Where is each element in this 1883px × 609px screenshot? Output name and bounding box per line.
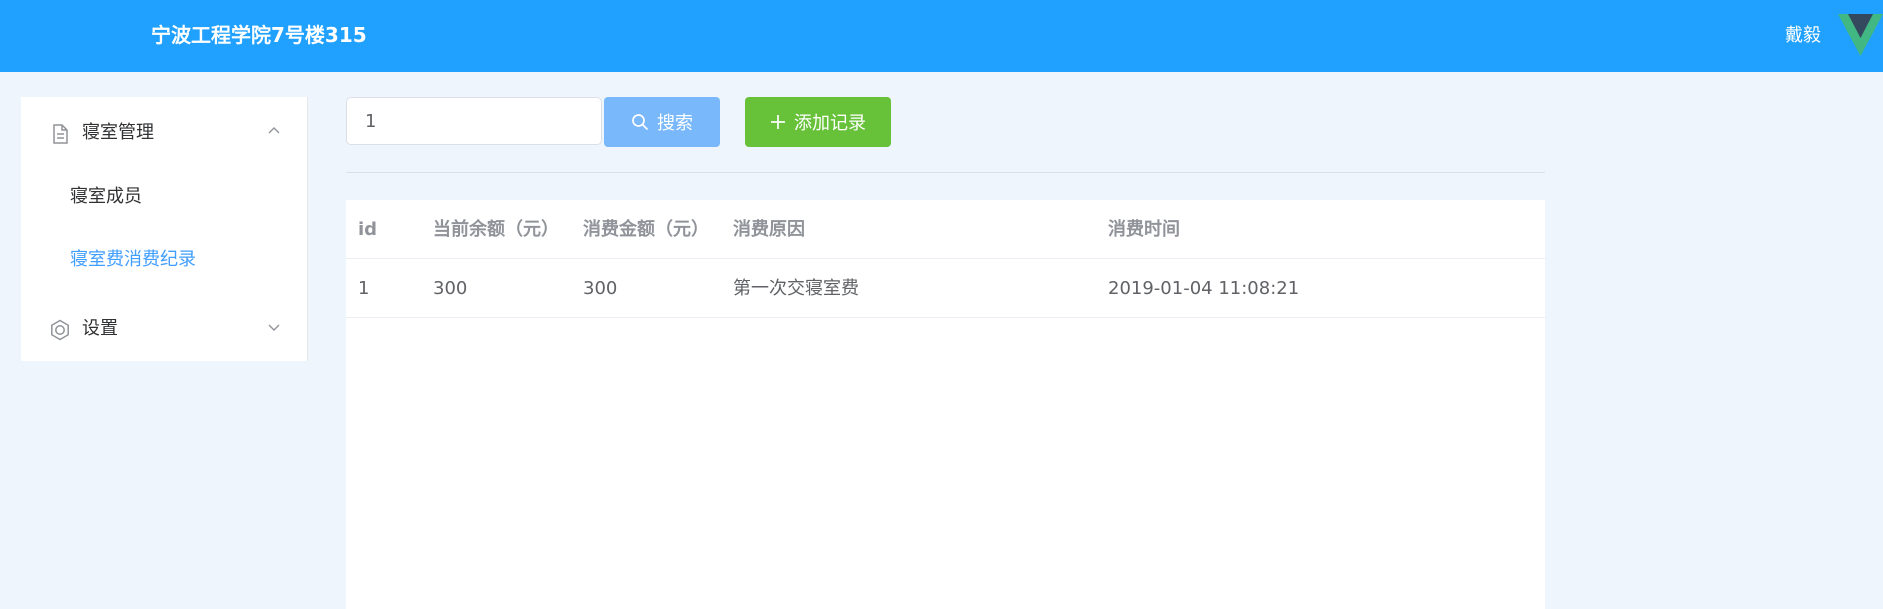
- chevron-down-icon: [268, 324, 280, 331]
- column-header-time: 消费时间: [1108, 219, 1180, 240]
- search-button[interactable]: 搜索: [604, 97, 720, 147]
- column-header-reason: 消费原因: [733, 219, 805, 240]
- menu-settings-label: 设置: [82, 318, 118, 339]
- cell-id: 1: [358, 278, 370, 299]
- top-header: 宁波工程学院7号楼315 戴毅: [0, 0, 1883, 72]
- toolbar-divider: [346, 172, 1545, 173]
- search-input[interactable]: [346, 97, 602, 145]
- cell-amount: 300: [583, 278, 618, 299]
- search-icon: [632, 114, 648, 130]
- cell-balance: 300: [433, 278, 468, 299]
- gear-icon: [51, 319, 69, 341]
- vue-logo-icon: [1838, 14, 1883, 56]
- row-divider: [346, 317, 1545, 318]
- records-table: id 当前余额（元） 消费金额（元） 消费原因 消费时间 1 300 300 第…: [346, 200, 1545, 609]
- search-button-label: 搜索: [657, 113, 693, 134]
- cell-time: 2019-01-04 11:08:21: [1108, 278, 1300, 299]
- menu-dorm-management[interactable]: 寝室管理: [21, 105, 307, 161]
- app-title: 宁波工程学院7号楼315: [151, 23, 367, 47]
- submenu-dorm-fee-records-label: 寝室费消费纪录: [70, 249, 196, 270]
- menu-dorm-management-label: 寝室管理: [82, 122, 154, 143]
- cell-reason: 第一次交寝室费: [733, 278, 859, 299]
- plus-icon: [771, 115, 785, 129]
- chevron-up-icon: [268, 127, 280, 134]
- column-header-balance: 当前余额（元）: [433, 219, 559, 240]
- add-record-button-label: 添加记录: [794, 113, 866, 134]
- document-icon: [53, 124, 68, 144]
- column-header-amount: 消费金额（元）: [583, 219, 709, 240]
- submenu-dorm-members-label: 寝室成员: [70, 186, 142, 207]
- submenu-dorm-members[interactable]: 寝室成员: [21, 169, 307, 225]
- sidebar-menu: 寝室管理 寝室成员 寝室费消费纪录 设置: [21, 97, 308, 361]
- user-name[interactable]: 戴毅: [1785, 22, 1821, 50]
- column-header-id: id: [358, 219, 378, 240]
- header-divider: [346, 258, 1545, 259]
- submenu-dorm-fee-records[interactable]: 寝室费消费纪录: [21, 232, 307, 288]
- menu-settings[interactable]: 设置: [21, 301, 307, 357]
- add-record-button[interactable]: 添加记录: [745, 97, 891, 147]
